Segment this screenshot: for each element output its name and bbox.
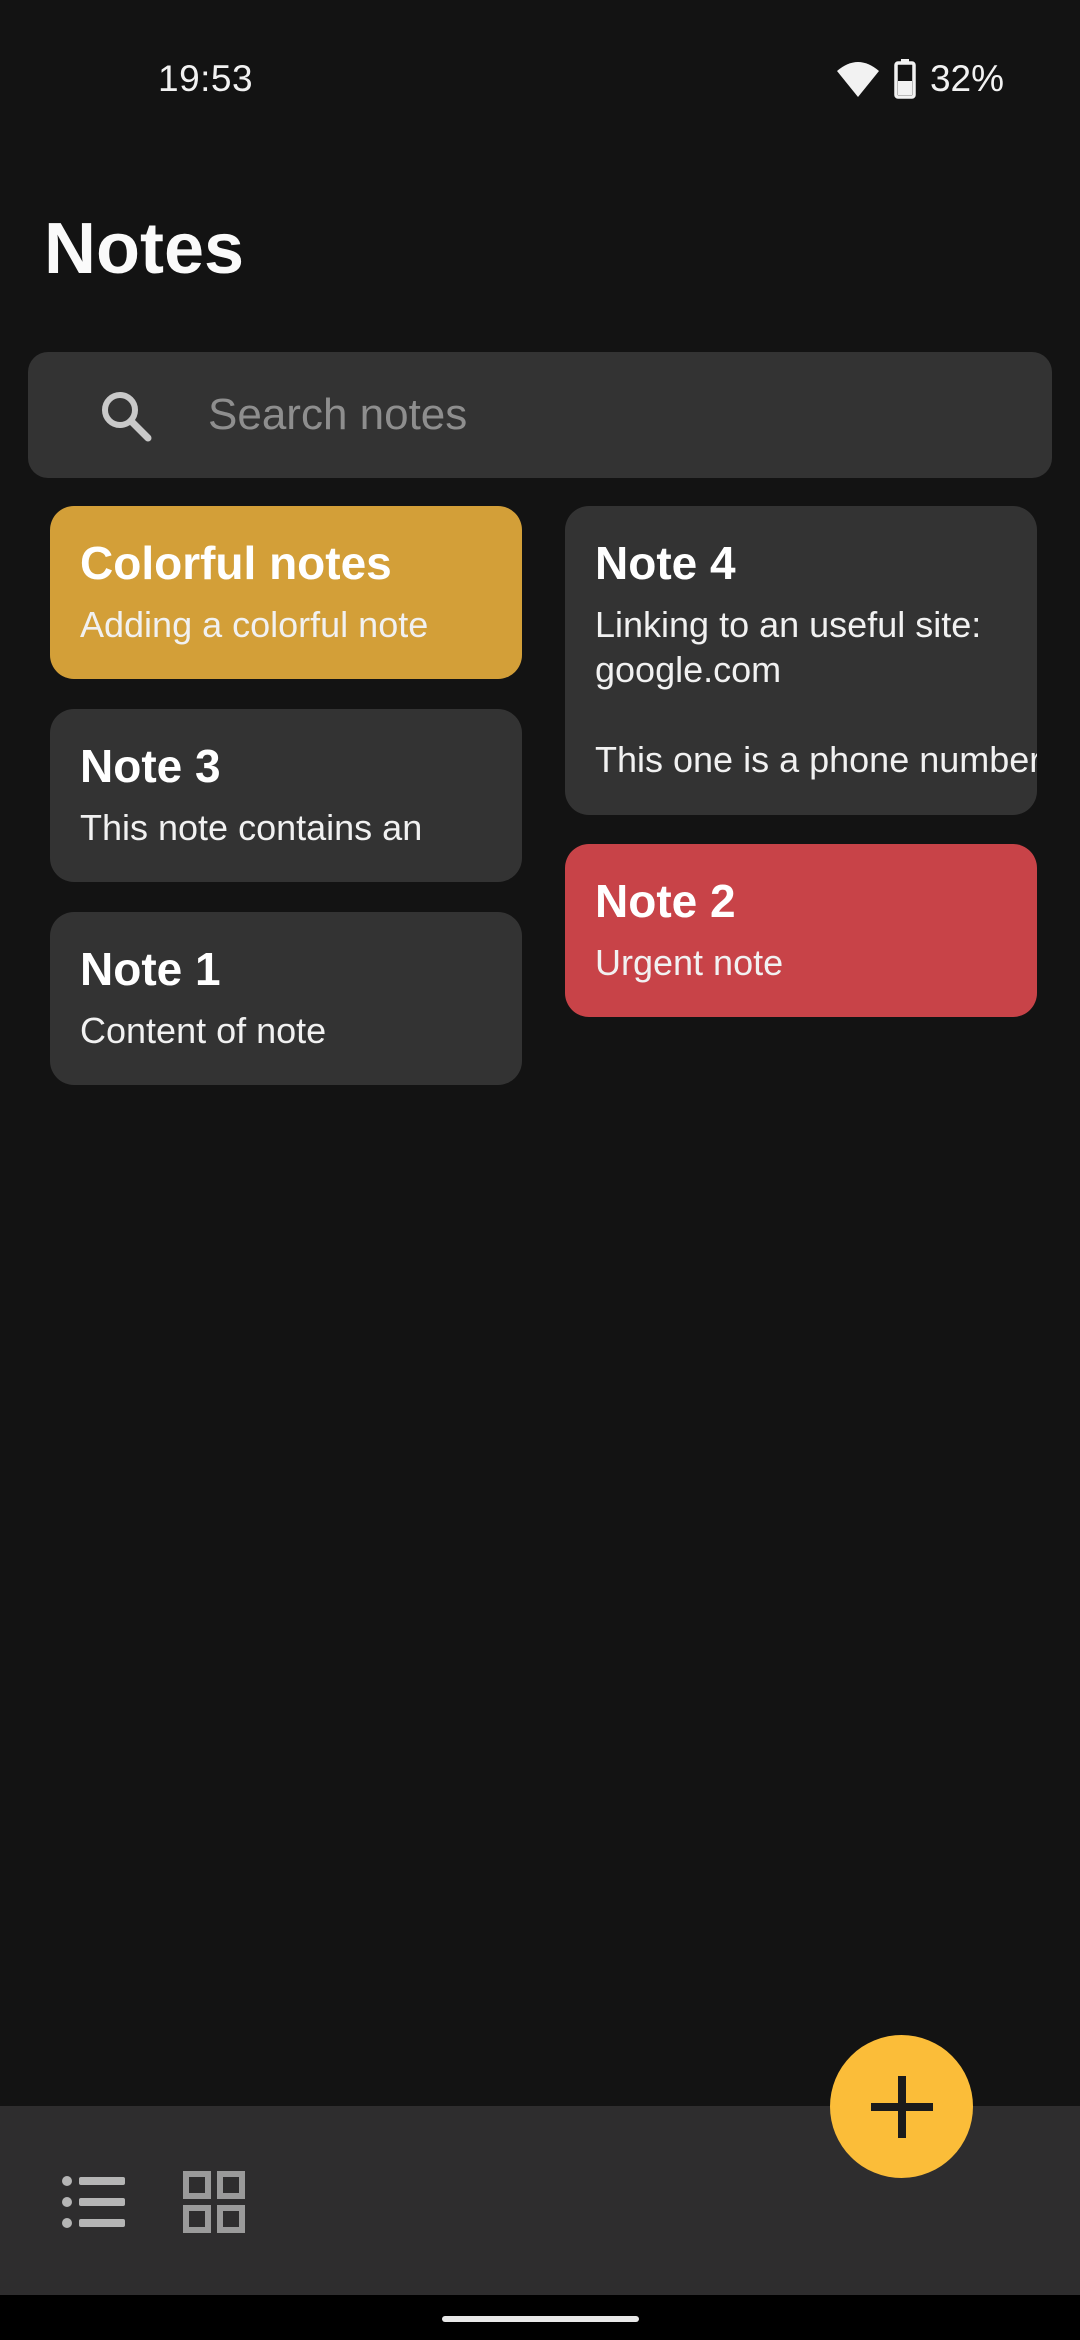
battery-percentage: 32% xyxy=(929,58,1004,99)
note-title: Note 2 xyxy=(595,875,736,927)
note-title: Note 3 xyxy=(80,740,221,792)
page-title: Notes xyxy=(44,209,245,289)
battery-icon xyxy=(894,59,916,99)
gesture-nav-handle[interactable] xyxy=(442,2316,639,2322)
wifi-icon xyxy=(836,62,879,97)
grid-view-icon xyxy=(183,2171,245,2233)
note-card-note-1[interactable]: Note 1 Content of note xyxy=(50,912,522,1085)
note-title: Colorful notes xyxy=(80,537,392,589)
list-view-button[interactable] xyxy=(52,2160,136,2244)
search-icon xyxy=(102,392,152,442)
note-card-note-4[interactable]: Note 4 Linking to an useful site: google… xyxy=(565,506,1037,815)
add-note-button[interactable] xyxy=(830,2035,973,2178)
note-title: Note 4 xyxy=(595,537,736,589)
status-icons: 32% xyxy=(836,56,1004,102)
search-bar[interactable] xyxy=(28,352,1052,478)
note-card-note-3[interactable]: Note 3 This note contains an xyxy=(50,709,522,882)
add-icon xyxy=(870,2075,933,2138)
note-card-colorful-notes[interactable]: Colorful notes Adding a colorful note xyxy=(50,506,522,679)
status-time: 19:53 xyxy=(158,58,254,99)
grid-view-button[interactable] xyxy=(172,2160,256,2244)
note-body: Adding a colorful note xyxy=(80,604,429,645)
note-body: Content of note xyxy=(80,1010,327,1051)
note-title: Note 1 xyxy=(80,943,221,995)
note-body: This note contains an xyxy=(80,807,423,848)
search-input[interactable] xyxy=(208,352,1008,478)
note-body: Linking to an useful site: google.com Th… xyxy=(595,604,1037,780)
note-card-note-2[interactable]: Note 2 Urgent note xyxy=(565,844,1037,1017)
note-body: Urgent note xyxy=(595,942,784,983)
list-view-icon xyxy=(62,2176,125,2228)
notes-app: 19:53 32% Notes Colorful notes Adding a … xyxy=(0,0,1080,2295)
